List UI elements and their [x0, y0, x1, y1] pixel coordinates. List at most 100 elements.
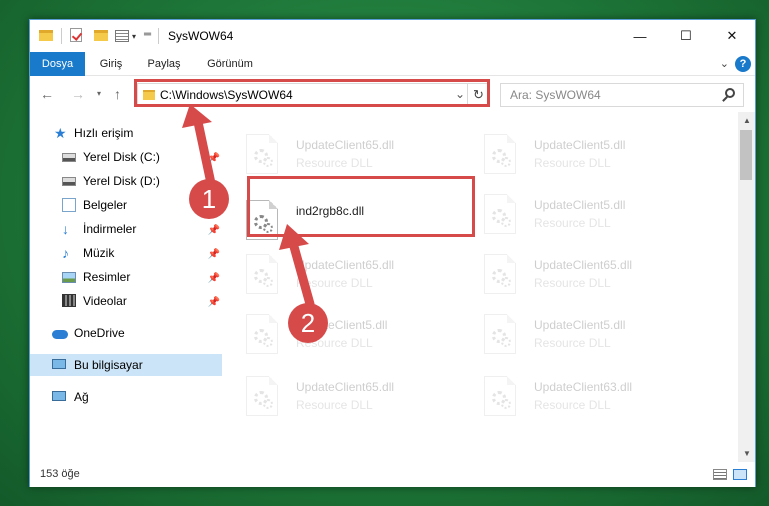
toolbar-separator: [158, 28, 159, 44]
file-item[interactable]: UpdateClient5.dll Resource DLL: [464, 132, 694, 180]
sidebar-item-label: Hızlı erişim: [74, 126, 134, 140]
dll-file-icon: [484, 314, 516, 354]
up-arrow-icon[interactable]: ↑: [114, 86, 121, 102]
step-badge-2: 2: [288, 303, 328, 343]
status-bar: 153 öğe: [30, 462, 755, 487]
scroll-up-icon[interactable]: ▲: [743, 116, 751, 125]
sidebar-item-network[interactable]: Ağ: [30, 386, 222, 408]
music-icon: ♪: [62, 245, 69, 261]
file-type: Resource DLL: [534, 156, 611, 170]
file-item[interactable]: UpdateClient65.dll Resource DLL: [464, 252, 694, 300]
help-icon[interactable]: ?: [735, 56, 751, 72]
sidebar-item-downloads[interactable]: ↓ İndirmeler 📌: [30, 218, 222, 240]
sidebar-item-videos[interactable]: Videolar 📌: [30, 290, 222, 312]
tab-share[interactable]: Paylaş: [144, 52, 184, 76]
minimize-button[interactable]: —: [617, 20, 663, 52]
forward-arrow-icon[interactable]: →: [71, 86, 85, 102]
customize-toolbar-icon[interactable]: ═: [144, 29, 151, 45]
file-name: UpdateClient65.dll: [534, 258, 633, 272]
cloud-icon: [52, 330, 68, 339]
file-item[interactable]: UpdateClient65.dll Resource DLL: [226, 374, 456, 422]
tab-home[interactable]: Giriş: [96, 52, 126, 76]
search-icon[interactable]: [725, 88, 735, 98]
scroll-thumb[interactable]: [740, 130, 752, 180]
tiles-view-icon[interactable]: [733, 469, 747, 480]
file-type: Resource DLL: [296, 398, 373, 412]
computer-icon: [52, 359, 66, 369]
dll-file-icon: [484, 194, 516, 234]
sidebar-item-this-pc[interactable]: Bu bilgisayar: [30, 354, 222, 376]
star-icon: ★: [54, 125, 67, 141]
file-name: UpdateClient5.dll: [534, 318, 626, 332]
step-badge-1: 1: [189, 179, 229, 219]
file-name: UpdateClient5.dll: [534, 138, 626, 152]
file-item[interactable]: UpdateClient5.dll Resource DLL: [464, 312, 694, 360]
file-item[interactable]: UpdateClient65.dll Resource DLL: [226, 252, 456, 300]
disk-icon: [62, 177, 76, 186]
new-folder-icon[interactable]: [94, 30, 108, 41]
file-name: UpdateClient65.dll: [296, 380, 395, 394]
chevron-down-icon[interactable]: ▾: [132, 32, 136, 48]
pin-icon[interactable]: 📌: [208, 244, 220, 266]
item-count: 153 öğe: [40, 468, 80, 480]
file-type: Resource DLL: [296, 276, 373, 290]
sidebar-item-onedrive[interactable]: OneDrive: [30, 322, 222, 344]
recent-locations-icon[interactable]: ▾: [97, 89, 101, 98]
search-input[interactable]: Ara: SysWOW64: [500, 83, 744, 107]
back-arrow-icon[interactable]: ←: [40, 86, 54, 102]
file-item[interactable]: UpdateClient65.dll Resource DLL: [226, 132, 456, 180]
dll-file-icon: [246, 314, 278, 354]
sidebar-item-label: Resimler: [83, 270, 131, 284]
dll-file-icon: [246, 254, 278, 294]
disk-icon: [62, 153, 76, 162]
sidebar-item-label: Yerel Disk (D:): [83, 174, 160, 188]
sidebar-item-label: Videolar: [83, 294, 127, 308]
sidebar-item-label: OneDrive: [74, 326, 125, 340]
vertical-scrollbar[interactable]: ▲ ▼: [738, 112, 755, 462]
file-name: UpdateClient65.dll: [296, 258, 395, 272]
dll-file-icon: [484, 254, 516, 294]
folder-icon: [39, 30, 53, 41]
pin-icon[interactable]: 📌: [208, 148, 220, 170]
sidebar-item-local-disk-c[interactable]: Yerel Disk (C:) 📌: [30, 146, 222, 168]
tab-view[interactable]: Görünüm: [202, 52, 258, 76]
file-type: Resource DLL: [534, 216, 611, 230]
file-type: Resource DLL: [534, 336, 611, 350]
properties-check-icon[interactable]: [70, 28, 82, 42]
file-item[interactable]: UpdateClient5.dll Resource DLL: [464, 192, 694, 240]
details-view-icon[interactable]: [713, 469, 727, 480]
rename-icon[interactable]: [115, 30, 129, 42]
video-icon: [62, 294, 76, 307]
download-icon: ↓: [62, 221, 69, 237]
dll-file-icon: [484, 376, 516, 416]
file-item[interactable]: UpdateClient63.dll Resource DLL: [464, 374, 694, 422]
file-item[interactable]: UpdateClient5.dll Resource DLL: [226, 312, 456, 360]
expand-ribbon-icon[interactable]: ⌄: [720, 57, 729, 70]
file-highlight: [247, 176, 475, 237]
sidebar-item-quick-access[interactable]: ★ Hızlı erişim: [30, 122, 222, 144]
file-name: UpdateClient63.dll: [534, 380, 633, 394]
pin-icon[interactable]: 📌: [208, 292, 220, 314]
network-icon: [52, 391, 66, 401]
window-title: SysWOW64: [168, 29, 234, 43]
sidebar-item-label: Belgeler: [83, 198, 128, 212]
sidebar-item-pictures[interactable]: Resimler 📌: [30, 266, 222, 288]
ribbon-tabs: Dosya Giriş Paylaş Görünüm ⌄ ?: [30, 52, 755, 76]
scroll-down-icon[interactable]: ▼: [743, 449, 751, 458]
file-name: UpdateClient5.dll: [534, 198, 626, 212]
sidebar-item-label: Bu bilgisayar: [74, 358, 143, 372]
file-list: UpdateClient65.dll Resource DLL UpdateCl…: [226, 112, 740, 462]
sidebar-item-music[interactable]: ♪ Müzik 📌: [30, 242, 222, 264]
file-name: UpdateClient65.dll: [296, 138, 395, 152]
file-type: Resource DLL: [296, 156, 373, 170]
maximize-button[interactable]: ☐: [663, 20, 709, 52]
pin-icon[interactable]: 📌: [208, 220, 220, 242]
dll-file-icon: [246, 376, 278, 416]
picture-icon: [62, 272, 76, 283]
address-bar-highlight: [134, 79, 490, 107]
close-button[interactable]: ✕: [709, 20, 755, 52]
tab-file[interactable]: Dosya: [30, 52, 85, 76]
toolbar-separator: [61, 28, 62, 44]
pin-icon[interactable]: 📌: [208, 268, 220, 290]
dll-file-icon: [246, 134, 278, 174]
